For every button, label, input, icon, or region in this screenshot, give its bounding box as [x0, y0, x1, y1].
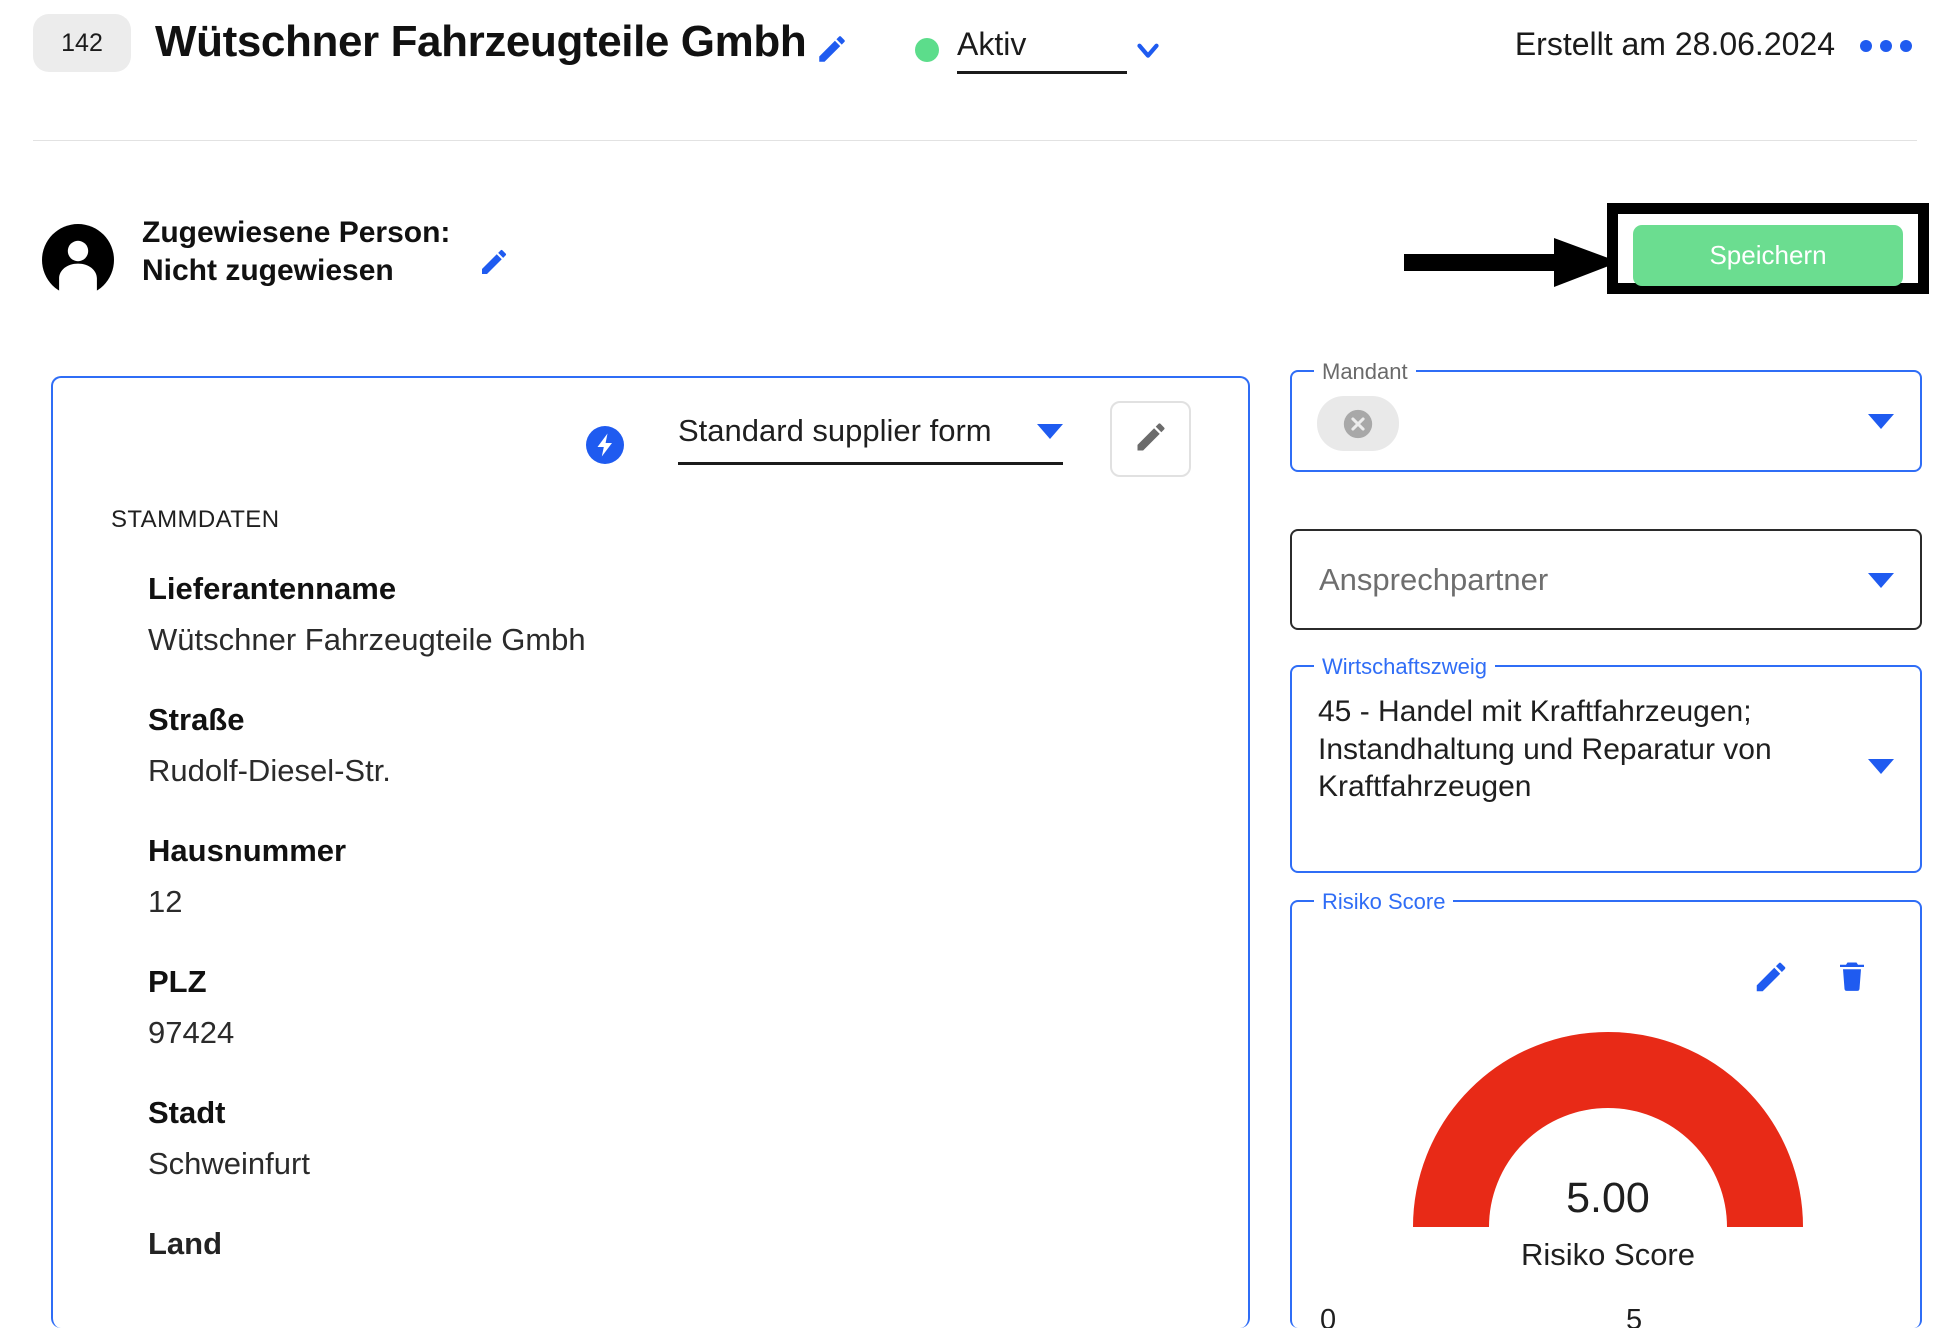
- assigned-person-label: Zugewiesene Person:: [142, 216, 451, 249]
- field-land: Land: [148, 1226, 1208, 1262]
- gauge-value-label: 5.00: [1566, 1174, 1650, 1222]
- mandant-legend: Mandant: [1314, 359, 1416, 385]
- field-stadt: Stadt Schweinfurt: [148, 1095, 1208, 1182]
- page-header: 142 Wütschner Fahrzeugteile Gmbh Aktiv E…: [0, 0, 1950, 141]
- form-template-select[interactable]: Standard supplier form: [678, 413, 1063, 465]
- field-hausnummer: Hausnummer 12: [148, 833, 1208, 920]
- wirtschaftszweig-field[interactable]: Wirtschaftszweig 45 - Handel mit Kraftfa…: [1290, 654, 1922, 873]
- section-title-stammdaten: STAMMDATEN: [111, 506, 280, 533]
- ansprechpartner-placeholder: Ansprechpartner: [1319, 562, 1549, 597]
- field-label: Land: [148, 1226, 223, 1261]
- wirtschaftszweig-legend: Wirtschaftszweig: [1314, 654, 1496, 680]
- field-strasse: Straße Rudolf-Diesel-Str.: [148, 702, 1208, 789]
- risiko-score-delete-trash-icon[interactable]: [1834, 958, 1872, 996]
- form-template-value: Standard supplier form: [678, 413, 992, 448]
- risiko-score-panel: Risiko Score 5.00 Risiko Score 0 5: [1290, 889, 1924, 1328]
- record-id-badge: 142: [33, 14, 131, 72]
- status-dot-icon: [915, 38, 939, 62]
- right-arrow-annotation-icon: [1404, 232, 1619, 292]
- edit-form-pencil-icon: [1133, 419, 1169, 460]
- page-title: Wütschner Fahrzeugteile Gmbh: [155, 17, 807, 66]
- wirtschaftszweig-value: 45 - Handel mit Kraftfahrzeugen; Instand…: [1318, 695, 1772, 803]
- ansprechpartner-field[interactable]: Ansprechpartner: [1290, 529, 1922, 630]
- created-at-label: Erstellt am 28.06.2024: [1514, 26, 1835, 62]
- assigned-person-text: Zugewiesene Person: Nicht zugewiesen: [142, 214, 450, 291]
- gauge-caption-label: Risiko Score: [1521, 1237, 1695, 1272]
- risiko-score-edit-pencil-icon[interactable]: [1752, 958, 1790, 996]
- field-label: Stadt: [148, 1095, 226, 1130]
- lightning-bolt-icon: [583, 423, 627, 467]
- supplier-form-card: Standard supplier form STAMMDATEN Liefer…: [51, 376, 1250, 1328]
- edit-form-button[interactable]: [1110, 401, 1191, 477]
- stammdaten-field-list: Lieferantenname Wütschner Fahrzeugteile …: [148, 571, 1208, 1306]
- mandant-field[interactable]: Mandant: [1290, 359, 1922, 472]
- user-avatar-icon: [42, 224, 114, 296]
- form-toolbar: Standard supplier form: [53, 401, 1248, 495]
- field-label: Hausnummer: [148, 833, 347, 868]
- form-template-triangle-down-icon: [1037, 423, 1063, 439]
- field-lieferantenname: Lieferantenname Wütschner Fahrzeugteile …: [148, 571, 1208, 658]
- field-value[interactable]: 12: [148, 884, 1208, 920]
- mandant-triangle-down-icon[interactable]: [1868, 414, 1894, 429]
- edit-assignee-pencil-icon[interactable]: [478, 246, 510, 278]
- more-options-kebab-icon[interactable]: [1860, 40, 1912, 52]
- field-label: Lieferantenname: [148, 571, 397, 606]
- header-divider: [33, 140, 1917, 141]
- mandant-chip-remove-circle-x-icon[interactable]: [1317, 396, 1399, 451]
- risiko-score-actions: [1752, 958, 1872, 996]
- field-value[interactable]: 97424: [148, 1015, 1208, 1051]
- field-value[interactable]: Wütschner Fahrzeugteile Gmbh: [148, 622, 1208, 658]
- field-value[interactable]: Schweinfurt: [148, 1146, 1208, 1182]
- assigned-person-value: Nicht zugewiesen: [142, 254, 394, 288]
- field-label: PLZ: [148, 964, 207, 999]
- field-plz: PLZ 97424: [148, 964, 1208, 1051]
- risiko-score-legend: Risiko Score: [1314, 889, 1454, 915]
- gauge-max-label: 5: [1626, 1304, 1643, 1328]
- status-chevron-down-icon[interactable]: [1131, 33, 1165, 67]
- ansprechpartner-triangle-down-icon[interactable]: [1868, 573, 1894, 588]
- gauge-min-label: 0: [1320, 1304, 1337, 1328]
- field-label: Straße: [148, 702, 245, 737]
- assigned-person-row: Zugewiesene Person: Nicht zugewiesen: [42, 214, 510, 296]
- field-value[interactable]: Rudolf-Diesel-Str.: [148, 753, 1208, 789]
- save-button[interactable]: Speichern: [1633, 225, 1903, 286]
- risiko-score-gauge: 5.00 Risiko Score 0 5: [1292, 1032, 1924, 1328]
- status-control[interactable]: Aktiv: [915, 26, 1165, 74]
- record-id-text: 142: [61, 28, 103, 57]
- wirtschaftszweig-triangle-down-icon[interactable]: [1868, 759, 1894, 774]
- edit-title-pencil-icon[interactable]: [815, 32, 849, 66]
- status-label: Aktiv: [957, 26, 1127, 74]
